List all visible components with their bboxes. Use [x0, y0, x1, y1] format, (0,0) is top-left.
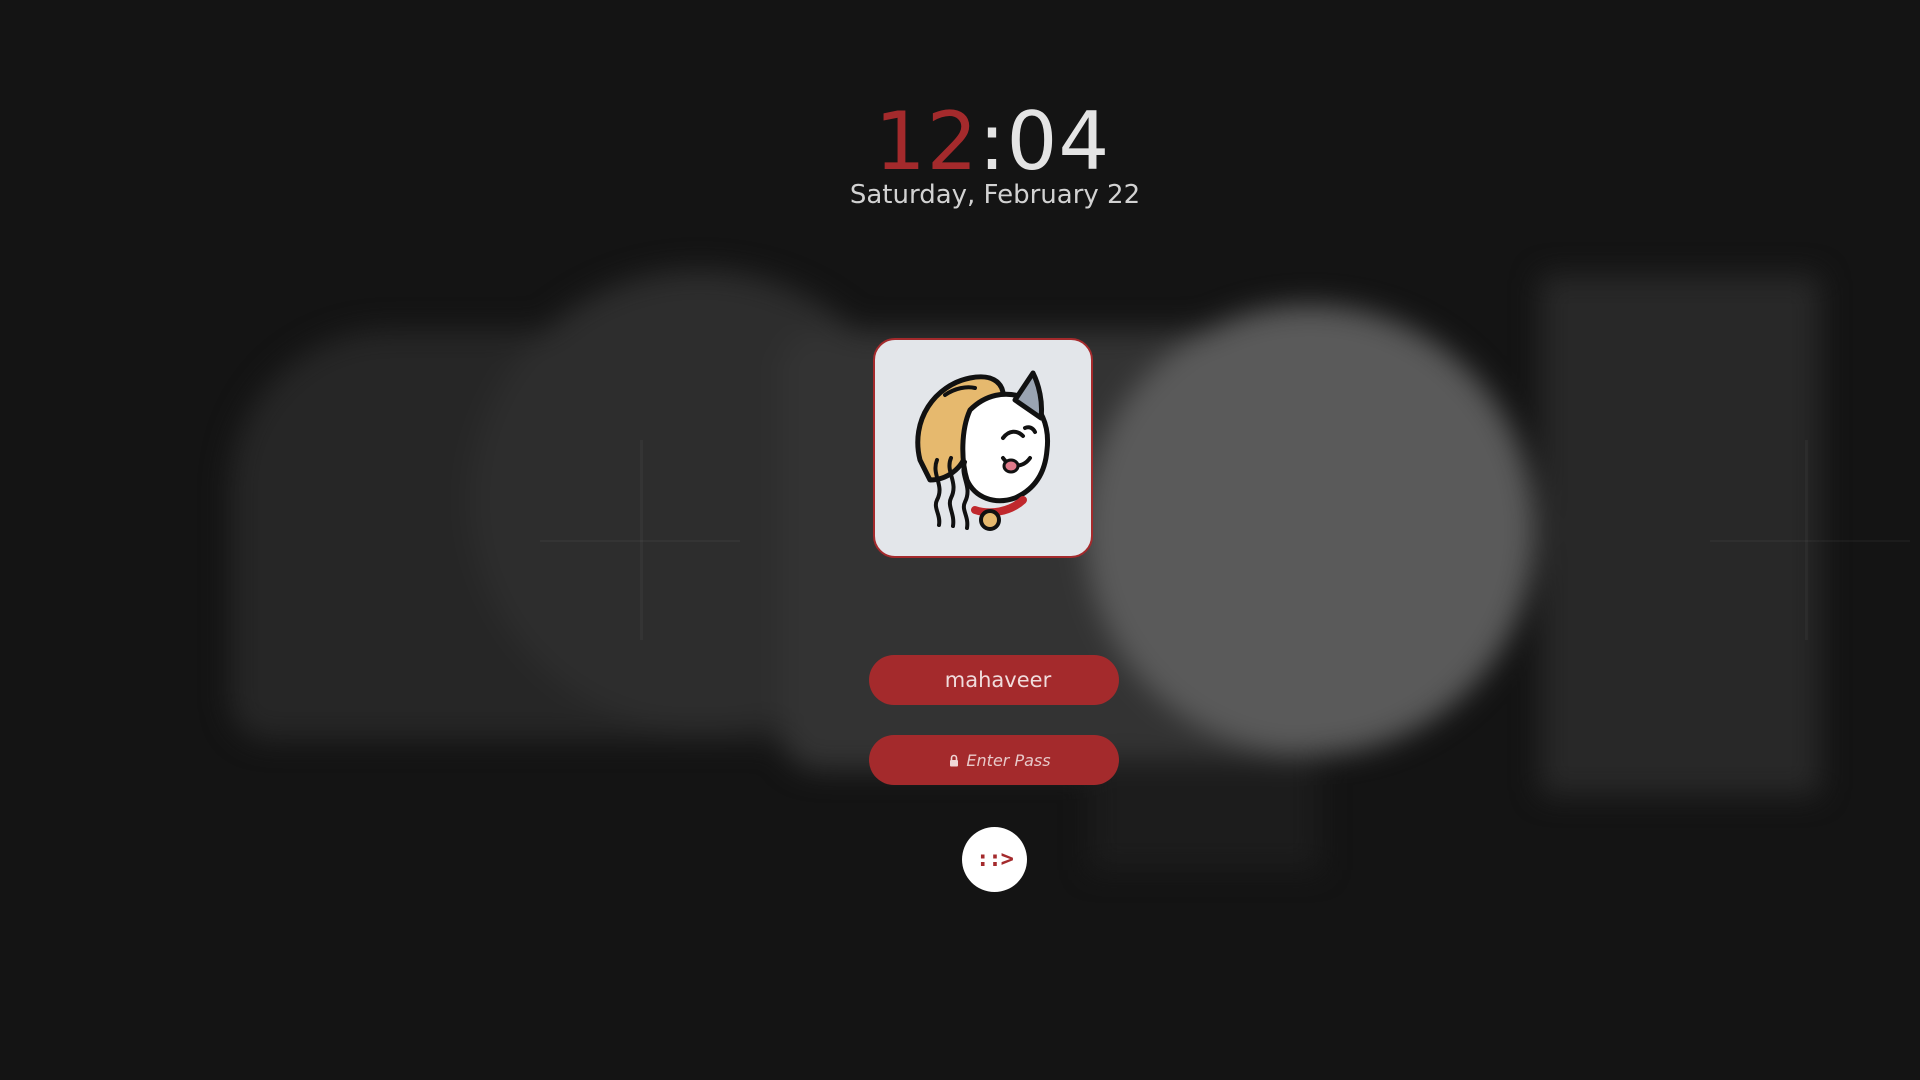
- cat-with-noodle-hat-avatar-icon: [915, 370, 1051, 531]
- wallpaper-line: [1710, 540, 1910, 542]
- password-input[interactable]: Enter Pass: [869, 735, 1119, 785]
- wallpaper-shape: [1090, 760, 1320, 870]
- username-label: mahaveer: [944, 668, 1052, 692]
- clock-minutes: 04: [1006, 95, 1111, 188]
- username-field[interactable]: mahaveer: [869, 655, 1119, 705]
- submit-label: ::>: [976, 847, 1014, 872]
- submit-button[interactable]: ::>: [962, 827, 1027, 892]
- lock-screen: 12:04 Saturday, February 22 mahaveer Ent…: [0, 0, 1920, 1080]
- password-placeholder: Enter Pass: [966, 750, 1051, 770]
- wallpaper-shape: [1085, 305, 1535, 755]
- clock-separator: :: [978, 95, 1007, 188]
- date-label: Saturday, February 22: [849, 180, 1141, 210]
- clock-hours: 12: [874, 95, 979, 188]
- wallpaper-line: [540, 540, 740, 542]
- lock-icon: [950, 754, 959, 766]
- user-avatar: [873, 338, 1093, 558]
- wallpaper-shape: [1540, 275, 1820, 795]
- clock: 12:04: [0, 94, 1920, 190]
